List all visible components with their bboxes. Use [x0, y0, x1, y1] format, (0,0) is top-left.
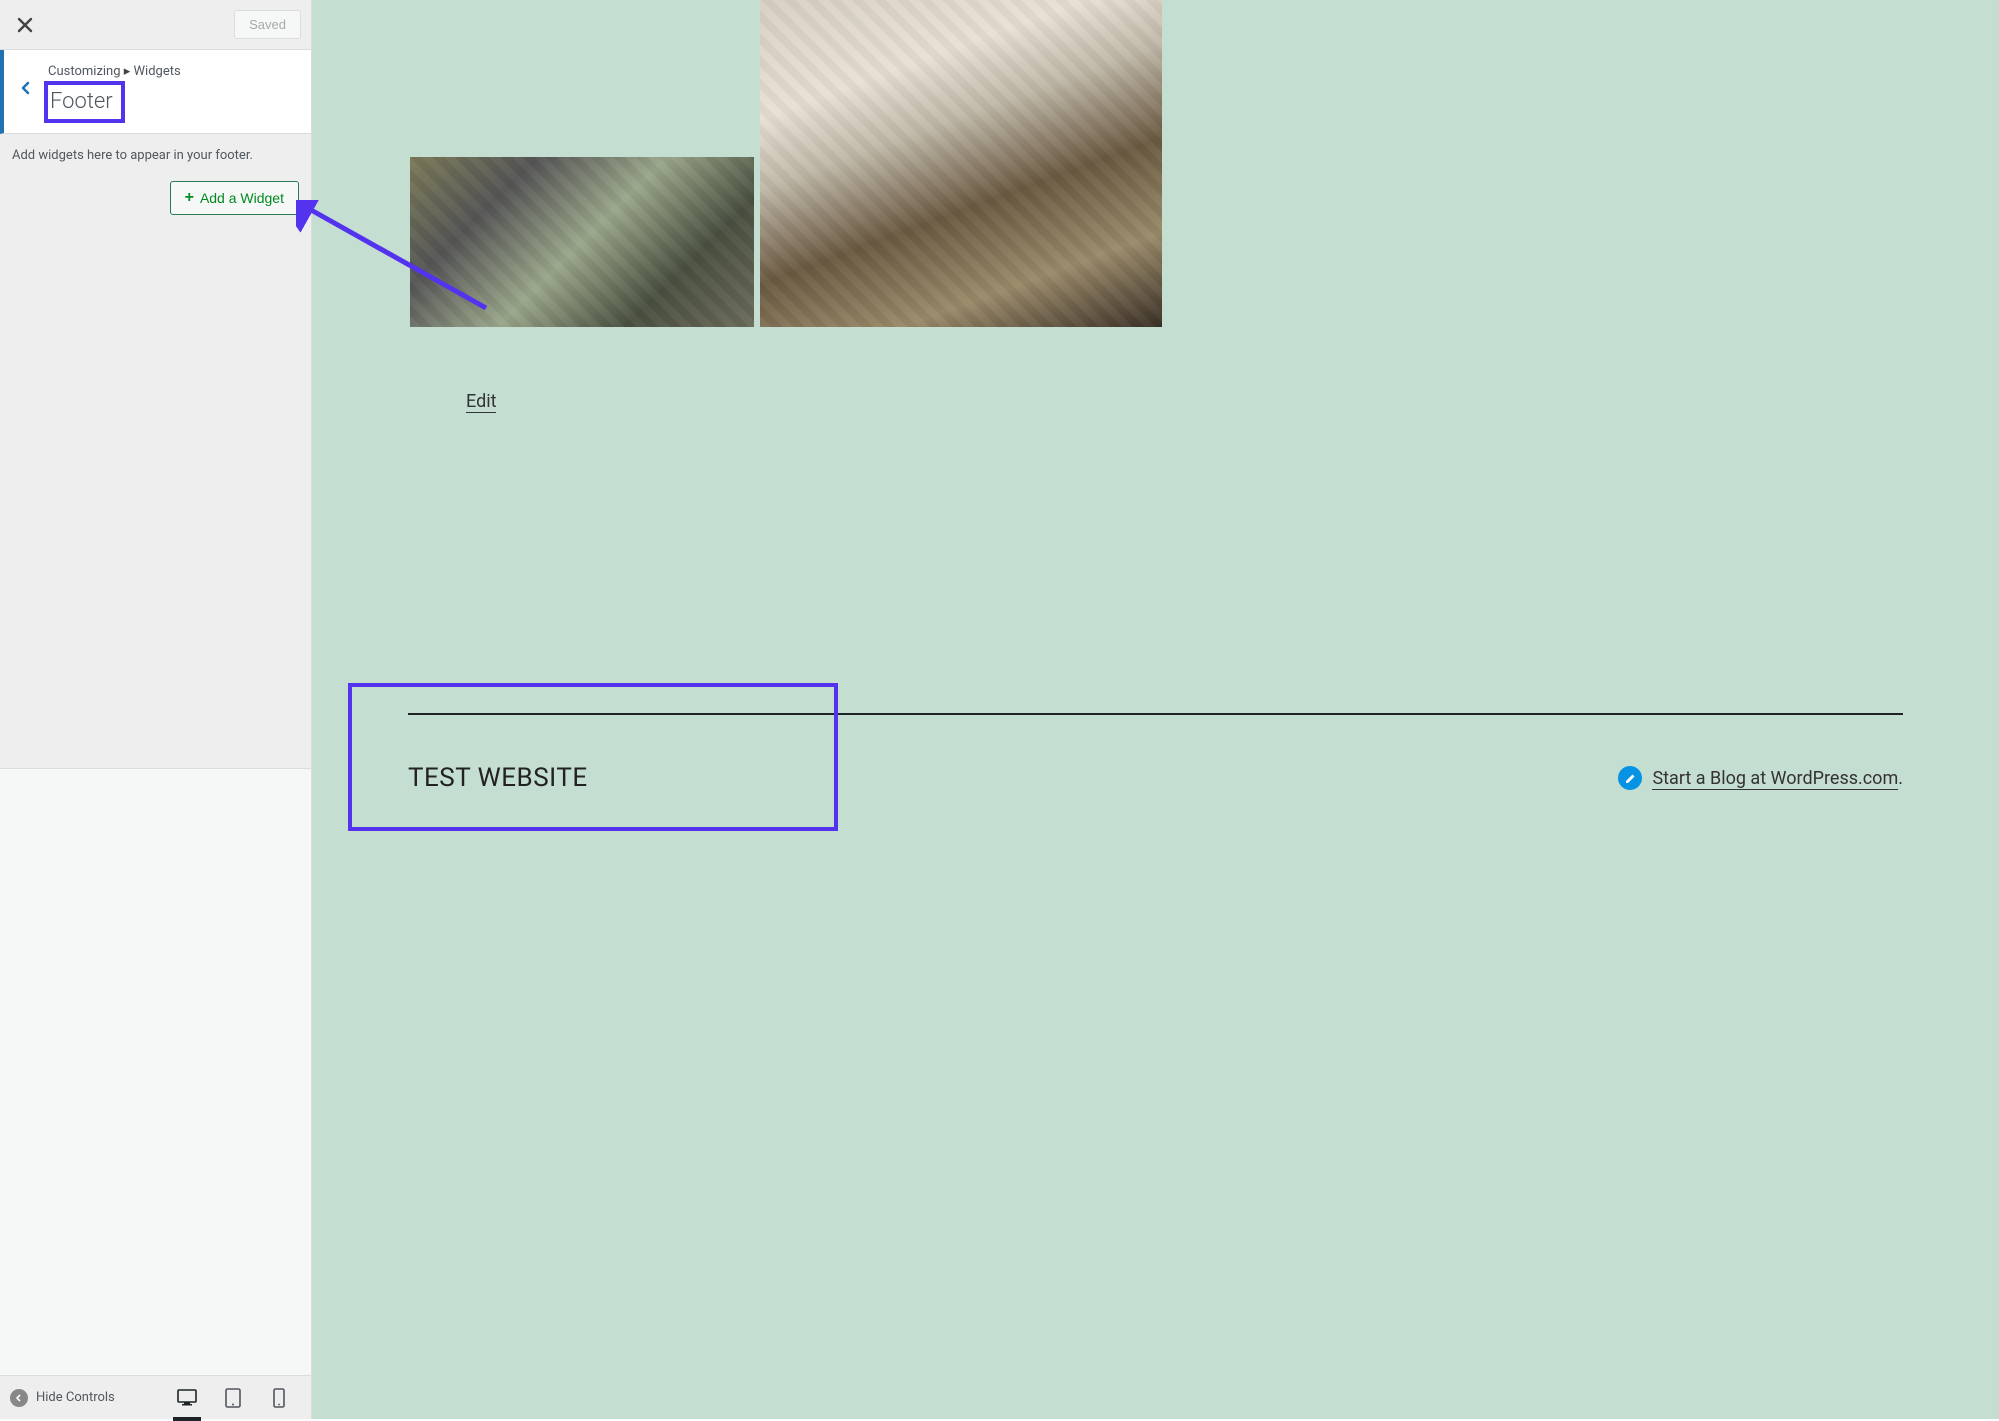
chevron-left-icon	[19, 81, 33, 95]
device-tablet-button[interactable]	[221, 1386, 245, 1410]
plus-icon: +	[185, 189, 194, 207]
footer-credit: Start a Blog at WordPress.com.	[1618, 766, 1903, 790]
sidebar-empty-area	[0, 769, 311, 1375]
customizer-sidebar: Saved Customizing ▸ Widgets Footer Add w…	[0, 0, 312, 1419]
pencil-icon	[1624, 772, 1637, 785]
app-root: Saved Customizing ▸ Widgets Footer Add w…	[0, 0, 1999, 1419]
customizer-footer-bar: Hide Controls	[0, 1375, 311, 1419]
panel-header: Customizing ▸ Widgets Footer	[0, 50, 311, 134]
page-footer-row: TEST WEBSITE Start a Blog at WordPress.c…	[408, 763, 1903, 793]
add-widget-button[interactable]: + Add a Widget	[170, 181, 299, 215]
close-icon	[17, 17, 33, 33]
breadcrumb-section: Widgets	[134, 64, 181, 79]
edit-link[interactable]: Edit	[466, 391, 496, 413]
panel-body: Add widgets here to appear in your foote…	[0, 134, 311, 769]
credit-wrap: Start a Blog at WordPress.com.	[1652, 768, 1903, 789]
chevron-right-icon: ▸	[124, 64, 134, 79]
device-mobile-button[interactable]	[267, 1386, 291, 1410]
breadcrumb-root: Customizing	[48, 64, 121, 79]
hide-controls-label: Hide Controls	[36, 1390, 115, 1405]
add-widget-label: Add a Widget	[200, 190, 284, 206]
footer-divider	[408, 713, 1903, 715]
preview-content: Edit TEST WEBSITE Start a Blog at WordPr…	[312, 0, 1999, 1419]
content-image-row	[410, 0, 1999, 327]
site-preview[interactable]: Edit TEST WEBSITE Start a Blog at WordPr…	[312, 0, 1999, 1419]
collapse-icon	[10, 1389, 28, 1407]
panel-title: Footer	[50, 89, 113, 115]
panel-header-text: Customizing ▸ Widgets Footer	[48, 60, 181, 123]
saved-button-label: Saved	[249, 17, 286, 32]
tablet-icon	[225, 1388, 241, 1408]
saved-button: Saved	[234, 10, 301, 39]
credit-link[interactable]: Start a Blog at WordPress.com	[1652, 768, 1898, 790]
close-customizer-button[interactable]	[10, 10, 40, 40]
edit-shortcut-button[interactable]	[1618, 766, 1642, 790]
content-image	[410, 157, 754, 327]
annotation-highlight-title: Footer	[44, 81, 125, 123]
breadcrumb: Customizing ▸ Widgets	[48, 60, 181, 79]
content-image	[760, 0, 1162, 327]
back-button[interactable]	[4, 66, 48, 110]
device-desktop-button[interactable]	[175, 1386, 199, 1410]
hide-controls-button[interactable]: Hide Controls	[10, 1389, 115, 1407]
sidebar-top-bar: Saved	[0, 0, 311, 50]
page-footer: TEST WEBSITE Start a Blog at WordPress.c…	[408, 713, 1903, 793]
site-title: TEST WEBSITE	[408, 763, 588, 793]
desktop-icon	[177, 1389, 197, 1407]
device-switcher	[175, 1386, 291, 1410]
mobile-icon	[273, 1388, 285, 1408]
credit-period: .	[1898, 768, 1903, 789]
panel-description: Add widgets here to appear in your foote…	[12, 148, 299, 163]
annotation-highlight-footer	[348, 683, 838, 831]
